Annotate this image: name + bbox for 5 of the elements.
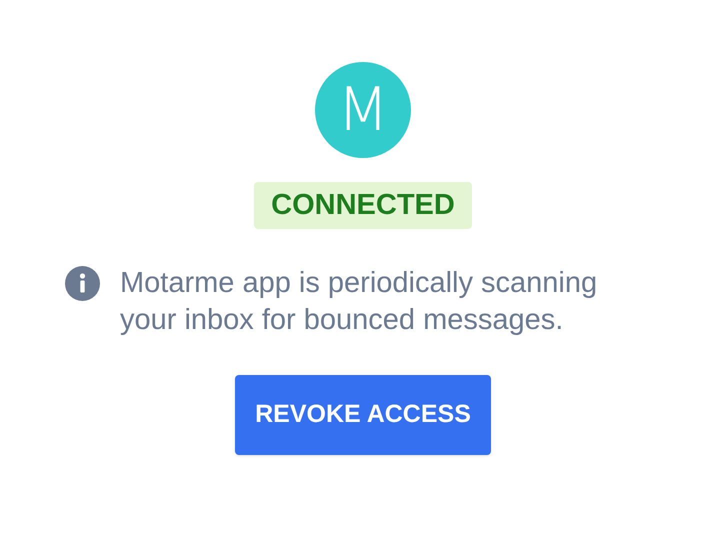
app-logo: M <box>315 62 411 158</box>
info-text: Motarme app is periodically scanning your inbox for bounced messages. <box>120 266 598 338</box>
info-icon <box>65 266 100 301</box>
status-badge: CONNECTED <box>254 182 472 229</box>
revoke-access-button[interactable]: REVOKE ACCESS <box>235 375 491 455</box>
